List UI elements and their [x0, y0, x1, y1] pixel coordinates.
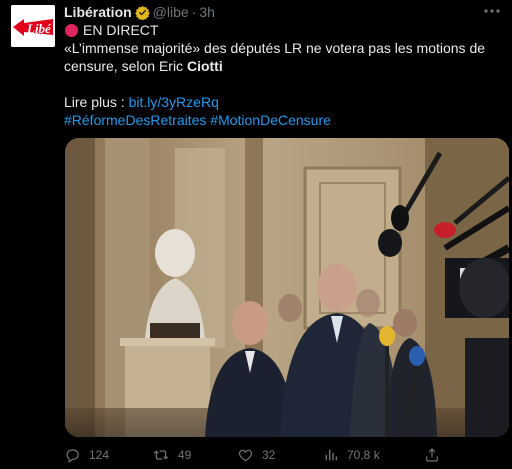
views-count: 70,8 k: [347, 448, 380, 462]
text-line: censure, selon Eric Ciotti: [64, 57, 504, 75]
logo-lettering: Libé: [26, 21, 52, 36]
live-dot-icon: [65, 24, 78, 37]
reply-count: 124: [89, 448, 110, 462]
hashtag-link[interactable]: #MotionDeCensure: [210, 112, 331, 128]
text-line: «L’immense majorité» des députés LR ne v…: [64, 40, 486, 56]
tweet[interactable]: Libé Libération @libe · 3h EN DIRECT «L’…: [0, 0, 512, 469]
action-bar: 124 49 32 70,8 k: [64, 447, 512, 463]
hashtags-line: #RéformeDesRetraites #MotionDeCensure: [64, 111, 504, 129]
press-conference-photo: [65, 138, 509, 437]
timestamp[interactable]: 3h: [199, 4, 215, 20]
display-name[interactable]: Libération: [64, 4, 132, 20]
like-button[interactable]: 32: [237, 447, 275, 463]
reply-button[interactable]: 124: [64, 447, 109, 463]
link-prefix: Lire plus :: [64, 94, 129, 110]
views-icon: [325, 449, 337, 461]
reply-icon: [66, 449, 79, 463]
retweet-button[interactable]: 49: [152, 447, 191, 463]
user-handle[interactable]: @libe: [153, 4, 189, 20]
text-fragment: censure, selon Eric: [64, 58, 187, 74]
link-line: Lire plus : bit.ly/3yRzeRq: [64, 93, 504, 111]
share-button[interactable]: [424, 447, 448, 463]
separator-dot: ·: [191, 4, 197, 20]
live-line: EN DIRECT: [64, 21, 504, 39]
more-options-icon[interactable]: [482, 4, 502, 18]
liberation-logo: Libé: [11, 5, 55, 47]
like-icon: [238, 449, 253, 462]
tweet-photo[interactable]: [65, 138, 509, 437]
tweet-header: Libération @libe · 3h: [64, 3, 215, 21]
hashtag-link[interactable]: #RéformeDesRetraites: [64, 112, 206, 128]
views-button[interactable]: 70,8 k: [323, 447, 380, 463]
tweet-text: EN DIRECT «L’immense majorité» des déput…: [64, 21, 504, 129]
retweet-icon: [153, 450, 169, 460]
bold-name: Ciotti: [186, 58, 223, 74]
verified-badge-icon: [134, 5, 150, 20]
share-icon: [426, 448, 438, 462]
retweet-count: 49: [178, 448, 192, 462]
live-label: EN DIRECT: [83, 22, 159, 38]
avatar[interactable]: Libé: [11, 5, 55, 47]
like-count: 32: [262, 448, 276, 462]
short-link[interactable]: bit.ly/3yRzeRq: [129, 94, 219, 110]
